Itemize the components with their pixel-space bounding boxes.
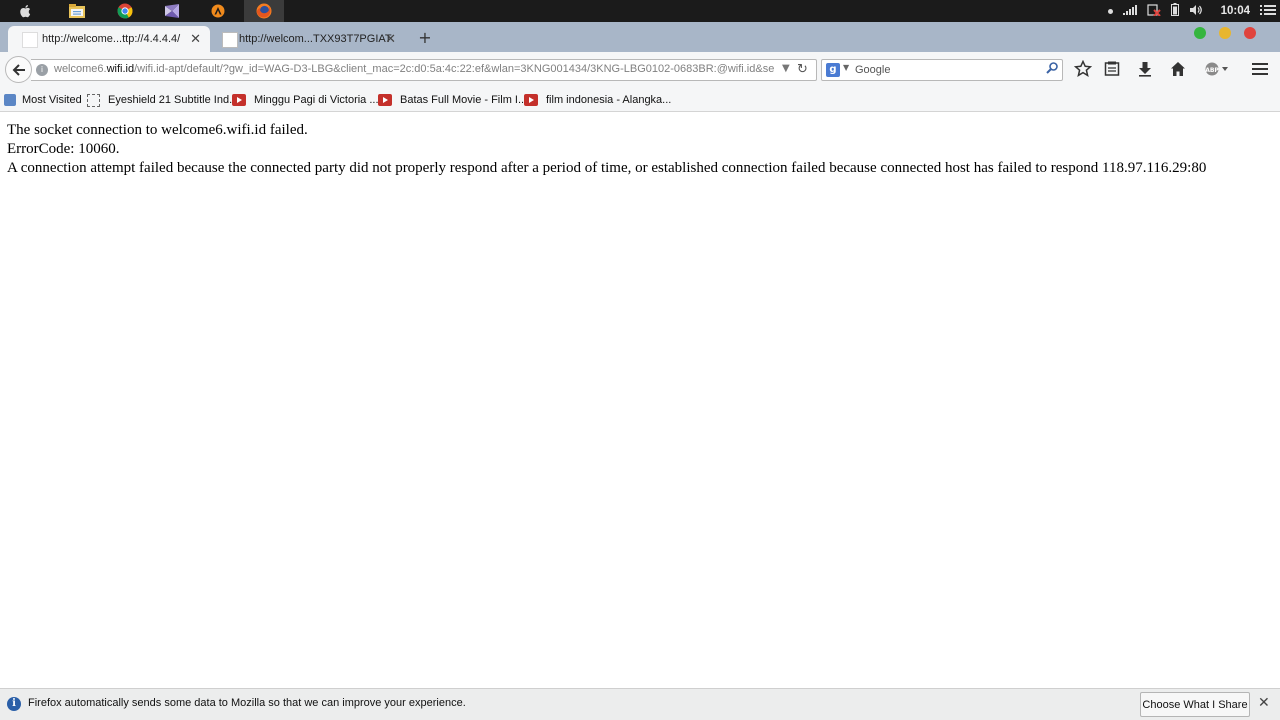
window-minimize-button[interactable]: [1219, 27, 1231, 39]
search-engine-dropdown-icon[interactable]: ▼: [843, 63, 849, 72]
tab-welcome-active[interactable]: http://welcome...ttp://4.4.4.4/ ✕: [8, 26, 210, 52]
tab-close-icon[interactable]: ✕: [190, 31, 201, 47]
file-manager-icon[interactable]: [57, 0, 97, 22]
blank-favicon-icon: [222, 32, 238, 48]
youtube-icon: [232, 94, 246, 106]
window-maximize-button[interactable]: [1194, 27, 1206, 39]
menu-list-icon[interactable]: [1260, 4, 1276, 19]
blank-page-icon: [87, 93, 100, 107]
apple-menu-icon[interactable]: [14, 0, 36, 22]
back-arrow-icon: [12, 63, 25, 76]
bookmark-label: film indonesia - Alangka...: [546, 94, 672, 106]
bookmark-label: Minggu Pagi di Victoria ...: [254, 94, 379, 106]
bookmark-star-icon[interactable]: [1073, 59, 1093, 79]
window-close-button[interactable]: [1244, 27, 1256, 39]
tab-title: http://welcom...TXX93T7PGIAT: [239, 33, 392, 45]
bookmark-minggu-pagi[interactable]: Minggu Pagi di Victoria ...: [232, 88, 379, 112]
svg-text:ABP: ABP: [1205, 67, 1219, 74]
notification-text: Firefox automatically sends some data to…: [28, 697, 466, 709]
bookmark-film-indonesia[interactable]: film indonesia - Alangka...: [524, 88, 671, 112]
reload-icon[interactable]: ↻: [797, 62, 808, 77]
tab-close-icon[interactable]: ✕: [385, 31, 396, 47]
tab-welcome-inactive[interactable]: http://welcom...TXX93T7PGIAT ✕: [213, 26, 405, 52]
search-bar[interactable]: g ▼ Google: [821, 59, 1063, 81]
new-tab-button[interactable]: +: [416, 28, 434, 47]
navigation-toolbar: i welcome6.wifi.id/wifi.id-apt/default/?…: [0, 52, 1280, 88]
visual-studio-icon[interactable]: [152, 0, 192, 22]
blank-favicon-icon: [22, 32, 38, 48]
bookmarks-menu-icon[interactable]: [1102, 59, 1122, 79]
chrome-icon[interactable]: [105, 0, 145, 22]
error-message-content: The socket connection to welcome6.wifi.i…: [7, 121, 1206, 178]
battery-icon[interactable]: [1170, 3, 1179, 19]
volume-icon[interactable]: [1189, 4, 1203, 19]
bookmark-eyeshield[interactable]: Eyeshield 21 Subtitle Ind...: [87, 88, 238, 112]
hamburger-menu-icon[interactable]: [1250, 59, 1270, 79]
bookmarks-toolbar: Most Visited Eyeshield 21 Subtitle Ind..…: [0, 88, 1280, 112]
url-bar[interactable]: i welcome6.wifi.id/wifi.id-apt/default/?…: [31, 59, 817, 81]
clock[interactable]: 10:04: [1221, 5, 1250, 17]
bookmark-label: Batas Full Movie - Film I...: [400, 94, 528, 106]
error-line-code: ErrorCode: 10060.: [7, 141, 120, 157]
tab-title: http://welcome...ttp://4.4.4.4/: [42, 33, 181, 45]
url-text[interactable]: welcome6.wifi.id/wifi.id-apt/default/?gw…: [54, 63, 774, 75]
choose-what-i-share-button[interactable]: Choose What I Share: [1140, 692, 1250, 717]
bookmark-label: Eyeshield 21 Subtitle Ind...: [108, 94, 239, 106]
search-placeholder[interactable]: Google: [855, 64, 890, 76]
tab-strip: http://welcome...ttp://4.4.4.4/ ✕ http:/…: [0, 22, 1280, 52]
error-line-socket: The socket connection to welcome6.wifi.i…: [7, 122, 308, 138]
system-tray: 10:04: [1107, 0, 1280, 22]
most-visited-icon: [4, 94, 16, 106]
site-identity-icon[interactable]: i: [36, 64, 48, 76]
data-reporting-notification-bar: i Firefox automatically sends some data …: [0, 688, 1280, 720]
avast-icon[interactable]: [198, 0, 238, 22]
google-search-engine-icon[interactable]: g: [826, 63, 840, 77]
url-history-dropdown-icon[interactable]: ▼: [782, 63, 790, 74]
network-disconnected-icon[interactable]: [1146, 3, 1161, 19]
error-line-detail: A connection attempt failed because the …: [7, 160, 1207, 176]
signal-bars-icon[interactable]: [1122, 4, 1137, 18]
home-icon[interactable]: [1168, 59, 1188, 79]
info-icon: i: [7, 697, 21, 711]
bookmark-batas-film[interactable]: Batas Full Movie - Film I...: [378, 88, 527, 112]
youtube-icon: [378, 94, 392, 106]
os-top-bar: 10:04: [0, 0, 1280, 22]
bookmark-most-visited[interactable]: Most Visited: [4, 88, 82, 112]
bookmark-label: Most Visited: [22, 94, 82, 106]
youtube-icon: [524, 94, 538, 106]
downloads-icon[interactable]: [1135, 59, 1155, 79]
adblock-plus-icon[interactable]: ABP: [1203, 59, 1231, 79]
notification-close-icon[interactable]: ✕: [1258, 695, 1270, 711]
notification-dot-icon: [1107, 8, 1113, 14]
firefox-icon[interactable]: [244, 0, 284, 22]
search-go-icon[interactable]: [1046, 62, 1058, 78]
back-button[interactable]: [5, 56, 32, 83]
